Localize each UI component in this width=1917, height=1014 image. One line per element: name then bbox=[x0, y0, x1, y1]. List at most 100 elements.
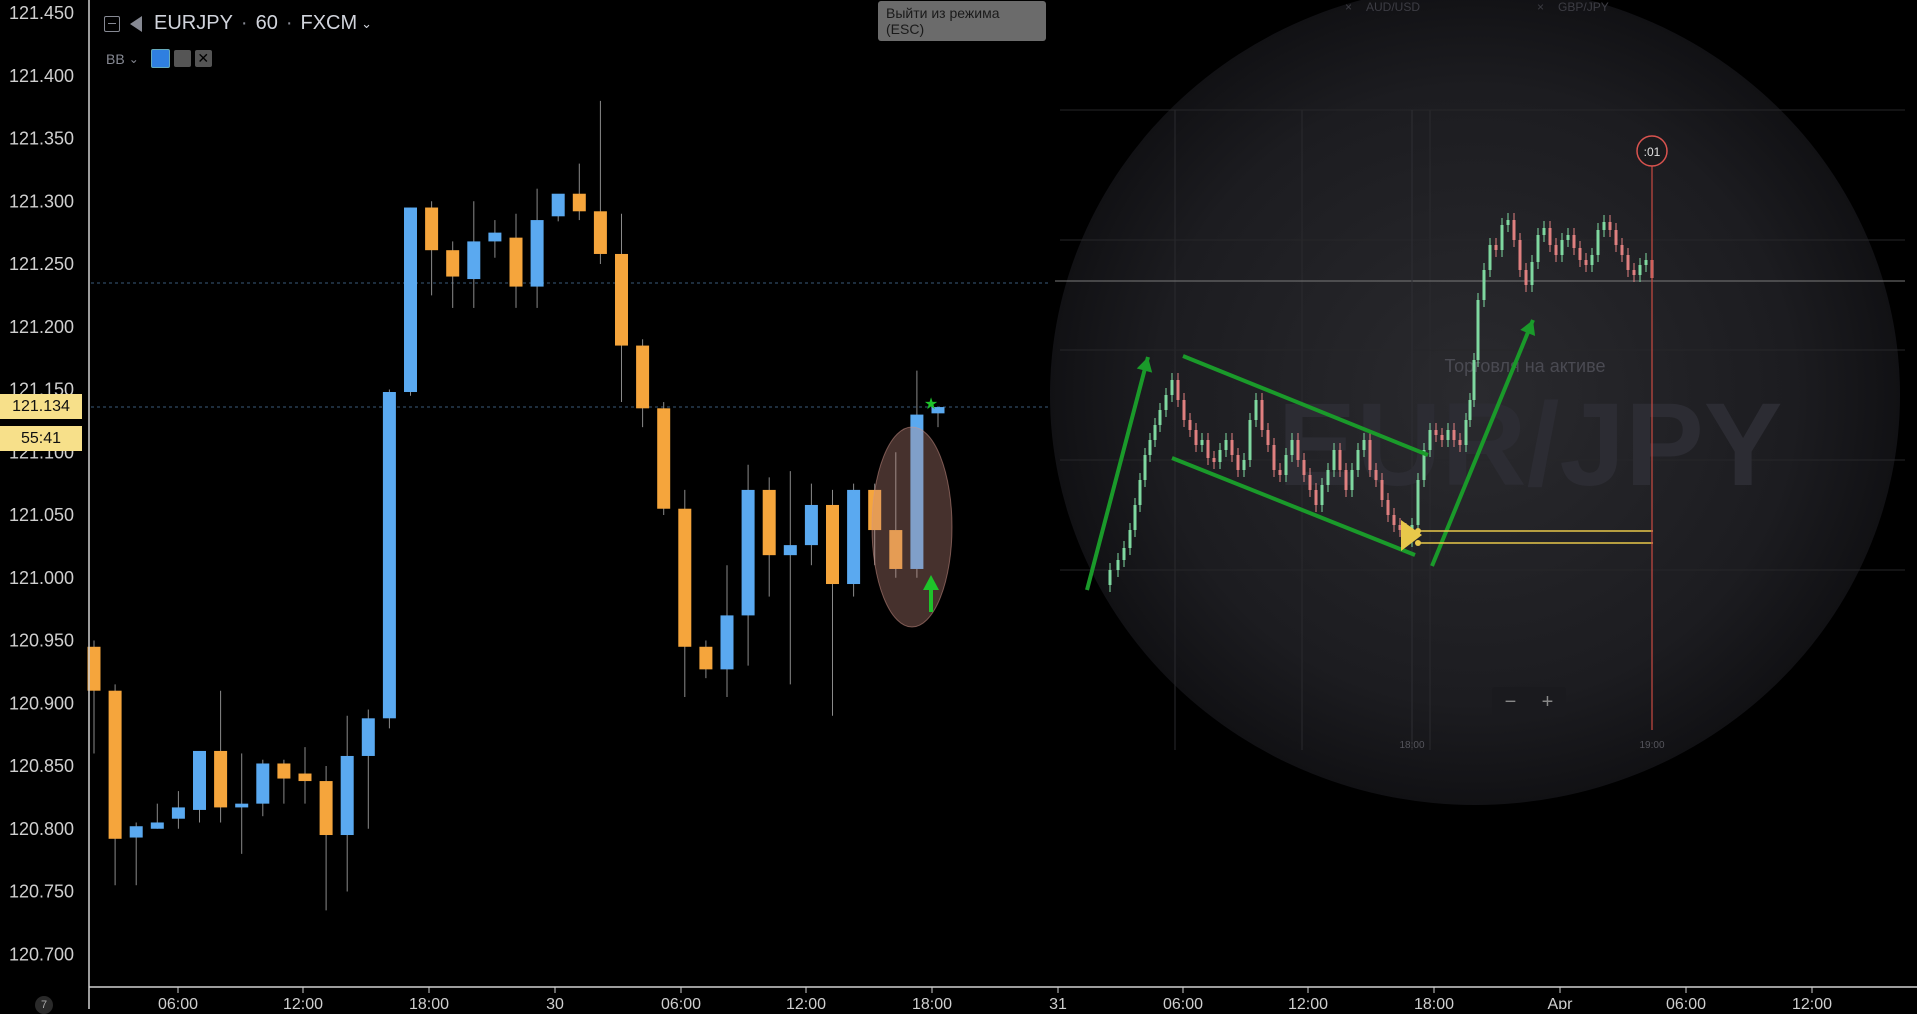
overlay-mini-candle bbox=[1632, 270, 1636, 275]
overlay-mini-candle bbox=[1158, 410, 1162, 425]
y-tick-label: 120.850 bbox=[9, 756, 74, 776]
x-tick-label: 06:00 bbox=[661, 996, 701, 1009]
candle-body bbox=[593, 211, 607, 254]
candle-body bbox=[404, 207, 417, 393]
last-price-tag: 121.134 bbox=[0, 394, 82, 419]
candle-body bbox=[108, 690, 122, 839]
candle-body bbox=[826, 504, 839, 585]
overlay-mini-candle bbox=[1476, 300, 1480, 360]
interval-label[interactable]: 60 bbox=[256, 12, 278, 35]
candle-body bbox=[783, 545, 797, 556]
overlay-mini-candle bbox=[1332, 450, 1336, 470]
exit-fullscreen-tooltip[interactable]: Выйти из режима (ESC) bbox=[878, 1, 1046, 41]
overlay-mini-candle bbox=[1308, 475, 1312, 490]
x-tick-label: 18:00 bbox=[912, 996, 952, 1009]
overlay-mini-candle bbox=[1572, 235, 1576, 248]
tooltip-line-2: (ESC) bbox=[886, 21, 925, 37]
overlay-mini-candle bbox=[1170, 380, 1174, 395]
overlay-mini-candle bbox=[1644, 260, 1648, 265]
overlay-mini-candle bbox=[1344, 470, 1348, 490]
overlay-mini-candle bbox=[1452, 430, 1456, 440]
overlay-mini-candle bbox=[1542, 228, 1546, 235]
candle-body bbox=[615, 253, 628, 346]
overlay-mini-candle bbox=[1468, 400, 1472, 420]
overlay-mini-candle bbox=[1272, 445, 1276, 470]
exchange-label[interactable]: FXCM bbox=[301, 12, 358, 35]
indicator-legend[interactable]: BB ⌄ ✕ bbox=[106, 49, 212, 68]
overlay-mini-candle bbox=[1182, 400, 1186, 420]
overlay-mini-candle bbox=[1518, 240, 1522, 270]
candle-body bbox=[572, 193, 586, 212]
candle-body bbox=[636, 345, 650, 409]
trading-overlay-panel: EUR/JPY Торговля на активе:01 18:00 19:00 bbox=[1050, 0, 1905, 805]
tooltip-line-1: Выйти из режима bbox=[886, 5, 1000, 21]
overlay-mini-candle bbox=[1143, 455, 1147, 480]
overlay-mini-candle bbox=[1200, 440, 1204, 445]
overlay-mini-candle bbox=[1290, 440, 1294, 455]
flag-icon bbox=[130, 15, 142, 32]
x-tick-label: 12:00 bbox=[1792, 996, 1832, 1009]
close-icon[interactable]: × bbox=[1345, 0, 1352, 14]
overlay-mini-candle bbox=[1314, 490, 1318, 505]
overlay-mini-candle bbox=[1296, 440, 1300, 460]
overlay-mini-candle bbox=[1416, 480, 1420, 525]
overlay-mini-candle bbox=[1392, 515, 1396, 525]
signal-star-icon: ★ bbox=[924, 396, 938, 413]
overlay-mini-candle bbox=[1266, 430, 1270, 445]
collapse-icon[interactable] bbox=[104, 15, 120, 32]
candle-body bbox=[551, 193, 565, 217]
overlay-mini-candle bbox=[1596, 230, 1600, 255]
overlay-mini-candle bbox=[1153, 425, 1157, 440]
candles bbox=[87, 100, 945, 911]
overlay-tab-gbpjpy[interactable]: × GBP/JPY bbox=[1537, 0, 1609, 14]
eye-icon[interactable] bbox=[150, 49, 170, 68]
overlay-mini-candle bbox=[1530, 262, 1534, 285]
x-tick-label: 06:00 bbox=[1163, 996, 1203, 1009]
overlay-tab-audusd[interactable]: × AUD/USD bbox=[1345, 0, 1420, 14]
x-tick-label: 12:00 bbox=[283, 996, 323, 1009]
overlay-mini-candle bbox=[1236, 455, 1240, 470]
close-icon[interactable]: × bbox=[1537, 0, 1544, 14]
x-tick-label: 18:00 bbox=[409, 996, 449, 1009]
candle-body bbox=[678, 508, 692, 647]
y-tick-label: 121.450 bbox=[9, 3, 74, 23]
zoom-out-button[interactable]: − bbox=[1505, 691, 1517, 714]
overlay-mini-candle bbox=[1464, 420, 1468, 445]
overlay-mini-candle bbox=[1284, 455, 1288, 475]
candle-body bbox=[235, 803, 249, 808]
overlay-time-label: 18:00 bbox=[1399, 740, 1424, 751]
y-tick-label: 121.350 bbox=[9, 129, 74, 149]
candle-body bbox=[741, 489, 755, 616]
symbol-header[interactable]: EURJPY · 60 · FXCM ⌄ bbox=[104, 12, 372, 35]
overlay-mini-candle bbox=[1440, 435, 1444, 440]
overlay-mini-candle bbox=[1368, 440, 1372, 470]
overlay-mini-candle bbox=[1374, 470, 1378, 480]
overlay-mini-candle bbox=[1566, 235, 1570, 240]
symbol-name[interactable]: EURJPY bbox=[154, 12, 233, 35]
y-tick-label: 121.000 bbox=[9, 568, 74, 588]
overlay-mini-candle bbox=[1380, 480, 1384, 500]
close-icon[interactable]: ✕ bbox=[194, 50, 212, 67]
overlay-mini-candle bbox=[1350, 470, 1354, 490]
overlay-mini-candle bbox=[1620, 245, 1624, 255]
overlay-mini-candle bbox=[1602, 222, 1606, 230]
price-chart[interactable]: EUR/JPY Торговля на активе:01 18:00 19:00 ★… bbox=[0, 0, 1917, 1009]
overlay-tab-label: AUD/USD bbox=[1366, 0, 1421, 14]
gear-icon[interactable] bbox=[173, 50, 191, 67]
chevron-down-icon[interactable]: ⌄ bbox=[361, 16, 372, 32]
zoom-in-button[interactable]: + bbox=[1542, 691, 1554, 714]
chevron-down-icon[interactable]: ⌄ bbox=[129, 52, 139, 66]
overlay-mini-candle bbox=[1194, 430, 1198, 445]
overlay-mini-candle bbox=[1278, 470, 1282, 475]
y-tick-label: 121.050 bbox=[9, 505, 74, 525]
candle-body bbox=[171, 807, 185, 819]
overlay-mini-candle bbox=[1326, 470, 1330, 485]
bar-countdown-tag: 55:41 bbox=[0, 426, 82, 451]
overlay-mini-candle bbox=[1230, 440, 1234, 455]
candle-body bbox=[319, 781, 333, 836]
overlay-mini-candle bbox=[1138, 480, 1142, 505]
candle-body bbox=[530, 220, 544, 287]
overlay-mini-candle bbox=[1584, 260, 1588, 265]
overlay-mini-candle bbox=[1108, 570, 1112, 585]
x-tick-label: 12:00 bbox=[1288, 996, 1328, 1009]
